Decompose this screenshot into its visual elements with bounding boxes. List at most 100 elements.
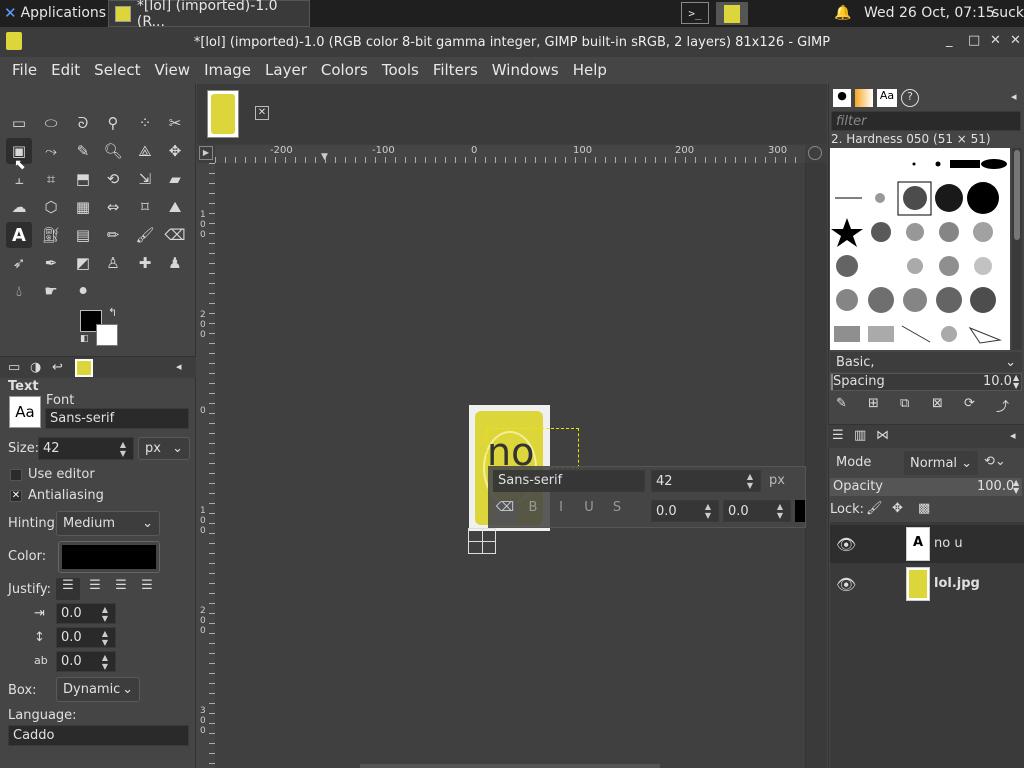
- mypaint-icon[interactable]: ◩: [70, 250, 96, 276]
- menu-image[interactable]: Image: [204, 61, 251, 79]
- navigate-icon[interactable]: [808, 146, 822, 160]
- images-tab-icon[interactable]: [75, 359, 93, 377]
- terminal-icon[interactable]: >_: [681, 2, 709, 24]
- menu-help[interactable]: Help: [573, 61, 607, 79]
- horizontal-scrollbar[interactable]: [360, 764, 660, 768]
- opacity-slider[interactable]: Opacity 100.0 ▲ ▼: [830, 478, 1022, 496]
- blur-icon[interactable]: 💧︎: [6, 278, 32, 304]
- baseline-spinner[interactable]: 0.0 ▲ ▼: [651, 500, 719, 522]
- warp-icon[interactable]: ☁: [6, 194, 32, 220]
- channels-tab-icon[interactable]: ▥: [854, 428, 866, 443]
- user-menu[interactable]: suck: [992, 5, 1024, 21]
- open-brush-icon[interactable]: ⤴: [996, 396, 1009, 415]
- resize-handle-icon[interactable]: [468, 528, 496, 554]
- size-spinner[interactable]: 42 ▲ ▼: [38, 437, 134, 460]
- size-unit-select[interactable]: px ⌄: [138, 437, 190, 460]
- rotate-icon[interactable]: ⟲: [100, 166, 126, 192]
- menu-colors[interactable]: Colors: [321, 61, 368, 79]
- indent-spinner[interactable]: 0.0 ▲ ▼: [56, 603, 116, 624]
- device-status-tab-icon[interactable]: ◑: [30, 360, 41, 375]
- menu-layer[interactable]: Layer: [265, 61, 307, 79]
- on-canvas-unit-select[interactable]: px: [769, 473, 785, 488]
- lock-position-icon[interactable]: ✥: [892, 501, 903, 516]
- refresh-brushes-icon[interactable]: ⟳: [964, 396, 975, 411]
- ink-icon[interactable]: ✒: [38, 250, 64, 276]
- kerning-spinner[interactable]: 0.0 ▲ ▼: [723, 500, 791, 522]
- menu-edit[interactable]: Edit: [51, 61, 80, 79]
- layer-name[interactable]: no u: [934, 536, 963, 551]
- spacing-slider[interactable]: Spacing 10.0 ▲ ▼: [830, 373, 1022, 391]
- on-canvas-size-spinner[interactable]: 42 ▲ ▼: [651, 470, 761, 492]
- vertical-scrollbar[interactable]: [805, 163, 827, 768]
- text-color-button[interactable]: [58, 541, 160, 573]
- box-select[interactable]: Dynamic ⌄: [56, 677, 140, 702]
- minimize-button[interactable]: _: [946, 33, 953, 48]
- paintbrush-icon[interactable]: 🖌︎: [132, 222, 158, 248]
- flip-icon[interactable]: ⇔: [100, 194, 126, 220]
- line-spacing-spinner[interactable]: 0.0 ▲ ▼: [56, 627, 116, 648]
- fonts-tab-icon[interactable]: Aa: [877, 89, 897, 107]
- paths-icon[interactable]: ⤳: [38, 138, 64, 164]
- crop-icon[interactable]: ⌗: [38, 166, 64, 192]
- unified-transform-icon[interactable]: ⬒: [70, 166, 96, 192]
- letter-spacing-spinner[interactable]: 0.0 ▲ ▼: [56, 651, 116, 672]
- brush-tag-select[interactable]: Basic, ⌄: [830, 352, 1022, 372]
- perspective-icon[interactable]: ⬡: [38, 194, 64, 220]
- bold-icon[interactable]: B: [521, 500, 545, 524]
- rect-select-icon[interactable]: ▭: [6, 110, 32, 136]
- justify-right-icon[interactable]: ☰: [84, 578, 106, 600]
- menu-view[interactable]: View: [154, 61, 190, 79]
- language-input[interactable]: Caddo: [8, 725, 189, 746]
- paint-bucket-icon[interactable]: ⛽︎: [38, 222, 64, 248]
- use-editor-checkbox[interactable]: [10, 469, 22, 481]
- italic-icon[interactable]: I: [549, 500, 573, 524]
- menu-select[interactable]: Select: [94, 61, 140, 79]
- gimp-task-icon[interactable]: [716, 2, 748, 25]
- hinting-select[interactable]: Medium ⌄: [56, 511, 160, 536]
- undo-history-tab-icon[interactable]: ↩: [52, 360, 63, 375]
- dodge-burn-icon[interactable]: ⚫︎: [70, 278, 96, 304]
- notification-bell-icon[interactable]: 🔔: [834, 5, 851, 21]
- pencil-icon[interactable]: ✏: [100, 222, 126, 248]
- menu-tools[interactable]: Tools: [382, 61, 419, 79]
- underline-icon[interactable]: U: [577, 500, 601, 524]
- close-image-tab-icon[interactable]: ✕: [255, 106, 269, 120]
- layers-configure-icon[interactable]: ◂: [1010, 429, 1016, 442]
- airbrush-icon[interactable]: ➶: [6, 250, 32, 276]
- antialiasing-checkbox[interactable]: ✕: [10, 490, 22, 502]
- dock-configure-icon[interactable]: ◂: [1011, 90, 1017, 103]
- on-canvas-color-button[interactable]: [795, 500, 805, 522]
- swap-colors-icon[interactable]: ↰: [108, 306, 117, 319]
- applications-menu[interactable]: ✕ Applications: [4, 4, 106, 22]
- lock-alpha-icon[interactable]: ▩: [918, 501, 930, 516]
- menu-file[interactable]: File: [12, 61, 37, 79]
- new-brush-icon[interactable]: ⊞: [868, 396, 879, 411]
- help-tab-icon[interactable]: ?: [901, 89, 919, 107]
- menu-filters[interactable]: Filters: [433, 61, 478, 79]
- clock[interactable]: Wed 26 Oct, 07:15: [864, 5, 995, 21]
- justify-left-icon[interactable]: ☰: [56, 578, 80, 600]
- paths-tab-icon[interactable]: ⋈: [876, 428, 889, 443]
- taskbar-gimp-window[interactable]: *[lol] (imported)-1.0 (R...: [108, 0, 310, 30]
- scale-icon[interactable]: ⇲: [132, 166, 158, 192]
- quick-mask-icon[interactable]: ▶: [199, 146, 213, 160]
- perspective-clone-icon[interactable]: ♟: [162, 250, 188, 276]
- background-color-swatch[interactable]: [96, 324, 118, 346]
- close-button-2[interactable]: ✕: [1010, 33, 1021, 48]
- default-colors-icon[interactable]: ◧: [80, 334, 89, 344]
- brush-grid[interactable]: [830, 148, 1010, 350]
- zoom-icon[interactable]: 🔍︎: [100, 138, 126, 164]
- tool-options-tab-icon[interactable]: ▭: [8, 360, 20, 375]
- layer-name[interactable]: lol.jpg: [934, 576, 980, 591]
- layers-tab-icon[interactable]: ☰: [832, 428, 844, 443]
- delete-brush-icon[interactable]: ⊠: [932, 396, 943, 411]
- brushes-tab-icon[interactable]: ●: [833, 89, 851, 107]
- text-tool-icon[interactable]: A: [6, 222, 32, 248]
- measure-icon[interactable]: ⟁: [132, 138, 158, 164]
- mode-select[interactable]: Normal ⌄: [904, 451, 978, 475]
- move-icon[interactable]: ✥: [162, 138, 188, 164]
- fuzzy-select-icon[interactable]: ⚲: [100, 110, 126, 136]
- layer-visibility-eye-icon[interactable]: 👁︎: [836, 575, 856, 594]
- configure-tab-icon[interactable]: ◂: [176, 360, 182, 373]
- clone-icon[interactable]: ♙: [100, 250, 126, 276]
